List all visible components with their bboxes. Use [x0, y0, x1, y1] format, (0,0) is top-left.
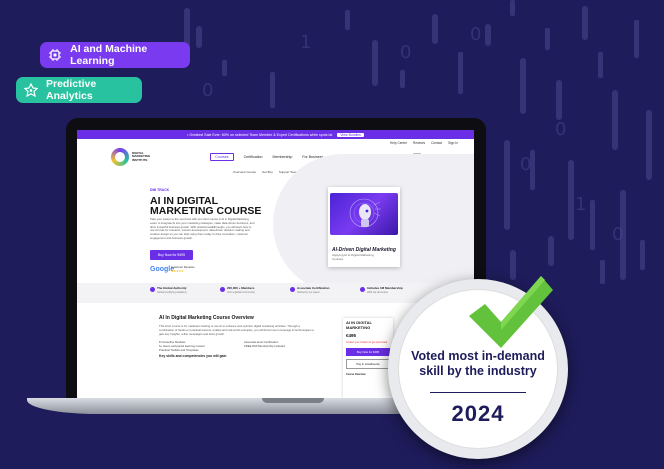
svg-text:1: 1 — [575, 194, 586, 215]
overview-title: AI In Digital Marketing Course Overview — [159, 315, 254, 321]
sidebar-buy-button[interactable]: Buy Now for €495 — [346, 348, 390, 356]
rating-stars: ★★★★★ — [171, 268, 184, 273]
nav-courses[interactable]: Courses — [210, 153, 234, 161]
dmi-logo[interactable] — [111, 148, 129, 166]
util-link-signin[interactable]: Sign In — [448, 141, 458, 145]
tag-predictive-analytics: Predictive Analytics — [16, 77, 142, 103]
laptop-notch — [262, 398, 324, 403]
util-link-contact[interactable]: Contact — [431, 141, 442, 145]
nav-certification[interactable]: Certification — [244, 155, 263, 159]
subnav-overview[interactable]: Overview Course — [233, 170, 256, 174]
promo-bar: • Greatest Sale Ever: 60% on selected Te… — [77, 130, 474, 139]
badge-divider — [430, 392, 526, 393]
checkmark-icon — [469, 276, 553, 348]
robot-head-icon — [349, 198, 381, 228]
globe-icon — [150, 287, 155, 292]
feature-item: Associate Certification Global by our pee… — [290, 283, 356, 303]
page-title: AI IN DIGITAL MARKETING COURSE — [150, 195, 262, 217]
promo-text: • Greatest Sale Ever: 60% on selected Te… — [187, 132, 333, 137]
subnav-get-buy[interactable]: Get Buy — [262, 170, 273, 174]
list-item: Practical Toolkits and Templates — [159, 348, 199, 353]
feature-item: Includes 1M Membership With we all course — [360, 283, 426, 303]
course-card-image — [330, 193, 398, 235]
course-overview: AI In Digital Marketing Course Overview … — [151, 315, 326, 358]
svg-text:0: 0 — [470, 24, 481, 45]
badge-year: 2024 — [451, 401, 505, 426]
certificate-icon — [290, 287, 295, 292]
tag-label: Predictive Analytics — [46, 78, 97, 102]
features-strip: The Global Authority Global certifying ac… — [77, 283, 474, 303]
analytics-star-icon — [24, 82, 38, 98]
util-link-help[interactable]: Help Centre — [390, 141, 407, 145]
nav-membership[interactable]: Membership — [273, 155, 293, 159]
sidebar-course-overview[interactable]: Course Overview — [346, 373, 390, 376]
list-item: FREE DMI Membership Included — [244, 344, 285, 349]
tag-ai-machine-learning: AI and Machine Learning — [40, 42, 190, 68]
util-link-reviews[interactable]: Reviews — [413, 141, 425, 145]
sidebar-price: €495 — [346, 333, 357, 338]
google-rating: Customer Reviews ★★★★★ — [171, 265, 195, 273]
feature-item: 200,000 + Members Join a global community — [220, 283, 286, 303]
overview-list: 8 Interactive Modules 5+ Hours self-pace… — [159, 340, 326, 352]
view-bundles-button[interactable]: View Bundles — [337, 132, 364, 137]
tag-label: AI and Machine Learning — [70, 43, 148, 67]
svg-text:0: 0 — [202, 80, 213, 101]
membership-icon — [360, 287, 365, 292]
hero-description: Take your career to the next level with … — [150, 217, 255, 240]
buy-now-button[interactable]: Buy Now for €495 — [150, 250, 193, 260]
logo-text: DIGITAL MARKETING INSTITUTE — [132, 150, 151, 162]
brain-chip-icon — [48, 47, 62, 63]
feature-item: The Global Authority Global certifying ac… — [150, 283, 216, 303]
key-skills-heading: Key skills and competencies you will gai… — [159, 354, 227, 359]
sidebar-installments-button[interactable]: Pay in installments — [346, 359, 390, 369]
svg-text:1: 1 — [300, 32, 311, 53]
svg-text:0: 0 — [555, 119, 566, 140]
sidebar-title: AI IN DIGITAL MARKETING — [346, 320, 372, 330]
sidebar-note: Contact your location to get price liste… — [346, 341, 388, 344]
utility-bar: Help Centre Reviews Contact Sign In — [77, 139, 474, 146]
course-card-subtitle: Applying AI to Digital Marketing Courses — [332, 253, 374, 261]
hero-section: DMI TRACK AI IN DIGITAL MARKETING COURSE… — [77, 154, 474, 294]
members-icon — [220, 287, 225, 292]
purchase-sidebar: AI IN DIGITAL MARKETING €495 Contact you… — [343, 318, 393, 398]
hero-tag: DMI TRACK — [150, 188, 170, 192]
svg-text:0: 0 — [612, 224, 623, 245]
svg-text:0: 0 — [400, 42, 411, 63]
overview-text: This short course is for marketers looki… — [159, 324, 314, 336]
svg-text:0: 0 — [520, 154, 531, 175]
